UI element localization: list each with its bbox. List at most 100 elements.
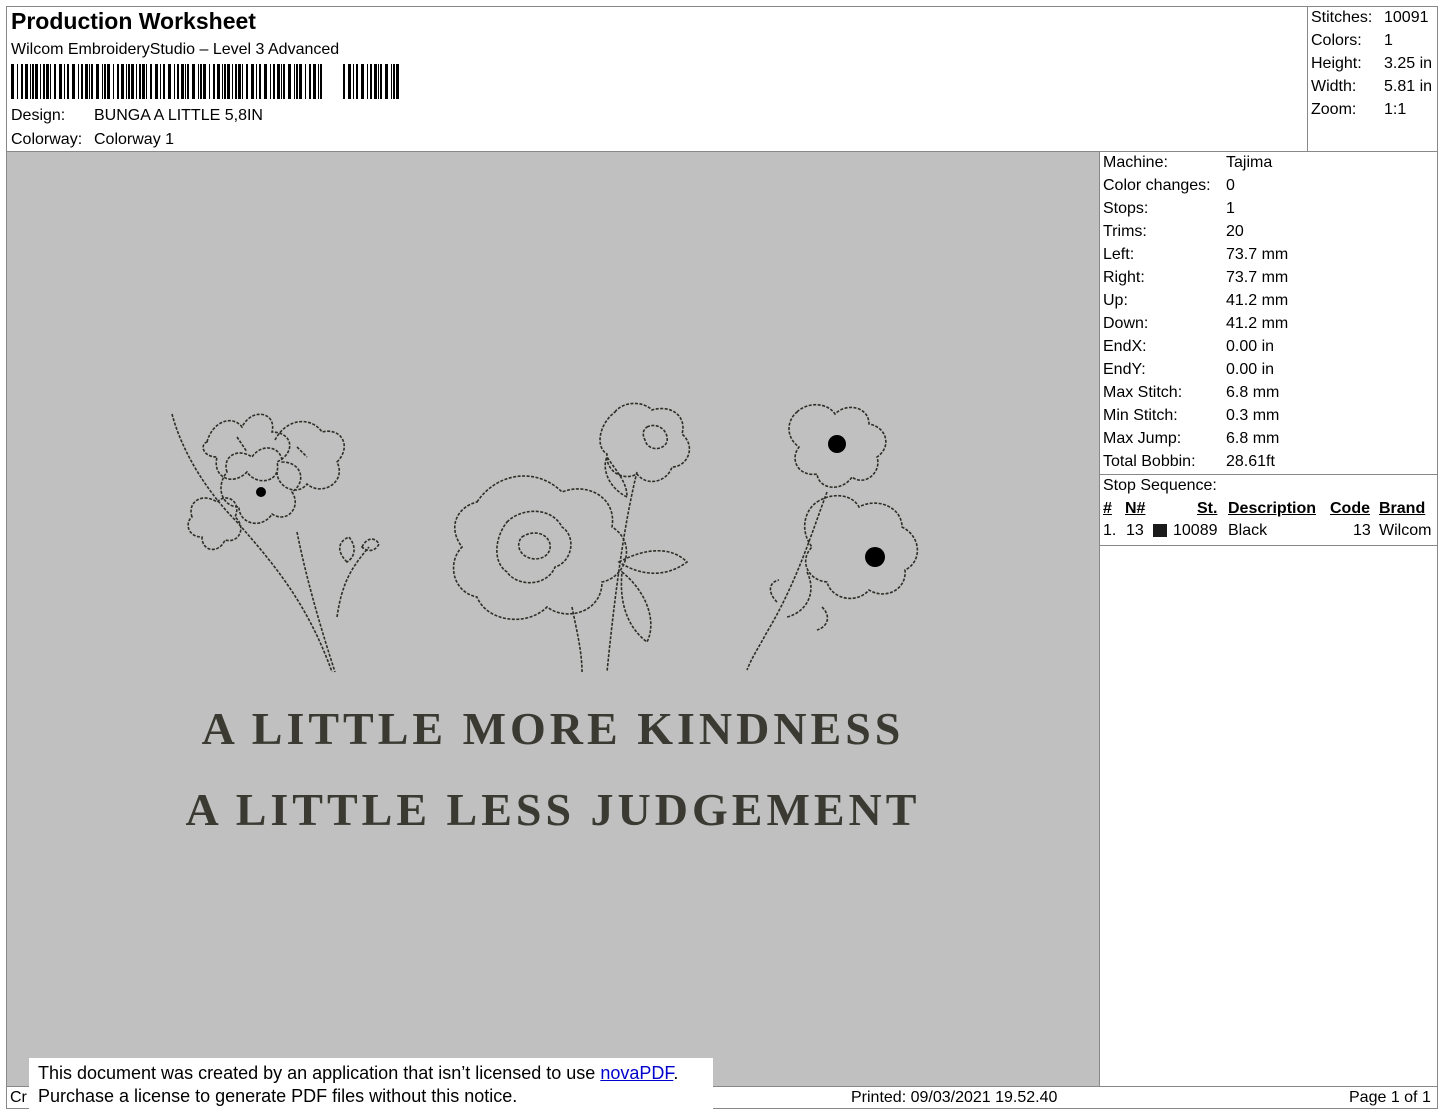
barcode-bar xyxy=(192,64,195,99)
barcode-bar xyxy=(59,64,62,99)
barcode-bar xyxy=(299,64,302,99)
barcode-bar xyxy=(40,64,41,99)
barcode-bar xyxy=(348,64,351,99)
novapdf-link[interactable]: novaPDF xyxy=(600,1063,673,1083)
barcode-bar xyxy=(128,64,130,99)
design-value: BUNGA A LITTLE 5,8IN xyxy=(94,107,263,124)
barcode-bar xyxy=(185,64,186,99)
info-label: Up: xyxy=(1103,292,1128,309)
page-number: Page 1 of 1 xyxy=(1349,1089,1431,1106)
barcode-bar xyxy=(96,64,99,99)
barcode-bar xyxy=(168,64,171,99)
software-name: Wilcom EmbroideryStudio – Level 3 Advanc… xyxy=(11,41,340,58)
barcode xyxy=(11,64,406,99)
barcode-bar xyxy=(235,64,237,99)
barcode-bar xyxy=(391,64,392,99)
barcode-bar xyxy=(309,64,311,99)
barcode-bar xyxy=(131,64,134,99)
barcode-bar xyxy=(136,64,137,99)
info-label: Stops: xyxy=(1103,200,1149,217)
stat-label: Zoom: xyxy=(1311,101,1357,118)
barcode-bar xyxy=(283,64,285,99)
barcode-bar xyxy=(305,64,306,99)
barcode-bar xyxy=(91,64,93,99)
license-notice: This document was created by an applicat… xyxy=(29,1058,713,1112)
colorway-value: Colorway 1 xyxy=(94,131,175,148)
barcode-bar xyxy=(30,64,31,99)
barcode-bar xyxy=(281,64,282,99)
info-value: 41.2 mm xyxy=(1226,315,1289,332)
design-text-line1: A LITTLE MORE KINDNESS xyxy=(202,703,905,754)
barcode-bar xyxy=(343,64,345,99)
notice-line1: This document was created by an applicat… xyxy=(38,1062,713,1085)
barcode-bar xyxy=(104,64,106,99)
barcode-bar xyxy=(224,64,226,99)
barcode-bar xyxy=(21,64,23,99)
page-title: Production Worksheet xyxy=(11,8,256,34)
notice-period: . xyxy=(673,1063,679,1083)
barcode-bar xyxy=(46,64,49,99)
notice-text: This document was created by an applicat… xyxy=(38,1063,601,1083)
barcode-bar xyxy=(227,64,230,99)
barcode-bar xyxy=(273,64,275,99)
barcode-bar xyxy=(270,64,271,99)
barcode-bar xyxy=(81,64,83,99)
row-description: Black xyxy=(1228,522,1268,539)
stat-label: Colors: xyxy=(1311,32,1362,49)
barcode-bar xyxy=(174,64,175,99)
barcode-bar xyxy=(396,64,399,99)
barcode-bar xyxy=(32,64,34,99)
design-label: Design: xyxy=(11,107,66,124)
info-value: 6.8 mm xyxy=(1226,384,1280,401)
right-flower-bouquet xyxy=(746,403,919,671)
barcode-bar xyxy=(181,64,184,99)
barcode-bar xyxy=(251,64,254,99)
barcode-bar xyxy=(160,64,161,99)
barcode-bar xyxy=(139,64,141,99)
info-label: Down: xyxy=(1103,315,1149,332)
design-preview: A LITTLE MORE KINDNESS A LITTLE LESS JUD… xyxy=(7,152,1099,1086)
barcode-bar xyxy=(150,64,152,99)
middle-rose-bouquet xyxy=(452,402,691,673)
col-header-description: Description xyxy=(1228,500,1317,517)
footer-left-text: Cr xyxy=(10,1089,27,1106)
info-label: Left: xyxy=(1103,246,1135,263)
row-stitches: 10089 xyxy=(1173,522,1218,539)
info-value: 41.2 mm xyxy=(1226,292,1289,309)
barcode-bar xyxy=(367,64,368,99)
barcode-bar xyxy=(264,64,267,99)
barcode-bar xyxy=(163,64,165,99)
barcode-bar xyxy=(11,64,14,99)
barcode-bar xyxy=(232,64,233,99)
barcode-bar xyxy=(288,64,291,99)
barcode-bar xyxy=(294,64,295,99)
barcode-bar xyxy=(198,64,199,99)
barcode-bar xyxy=(89,64,90,99)
barcode-bar xyxy=(242,64,243,99)
barcode-bar xyxy=(85,64,88,99)
info-value: 0.00 in xyxy=(1226,338,1275,355)
barcode-bar xyxy=(203,64,206,99)
barcode-bar xyxy=(246,64,248,99)
info-label: Max Jump: xyxy=(1103,430,1182,447)
barcode-bar xyxy=(213,64,215,99)
barcode-bar xyxy=(277,64,280,99)
barcode-bar xyxy=(78,64,79,99)
stat-value: 10091 xyxy=(1384,9,1429,26)
barcode-bar xyxy=(177,64,179,99)
info-label: Total Bobbin: xyxy=(1103,453,1196,470)
stat-value: 1 xyxy=(1384,32,1393,49)
col-header-st: St. xyxy=(1197,500,1218,517)
barcode-bar xyxy=(64,64,65,99)
barcode-bar xyxy=(54,64,56,99)
barcode-bar xyxy=(72,64,75,99)
printed-date: Printed: 09/03/2021 19.52.40 xyxy=(851,1089,1058,1106)
barcode-bar xyxy=(380,64,382,99)
info-value: 28.61ft xyxy=(1226,453,1275,470)
barcode-bar xyxy=(102,64,103,99)
barcode-bar xyxy=(107,64,110,99)
info-value: 6.8 mm xyxy=(1226,430,1280,447)
stat-value: 1:1 xyxy=(1384,101,1407,118)
barcode-bar xyxy=(17,64,18,99)
stat-value: 3.25 in xyxy=(1384,55,1433,72)
